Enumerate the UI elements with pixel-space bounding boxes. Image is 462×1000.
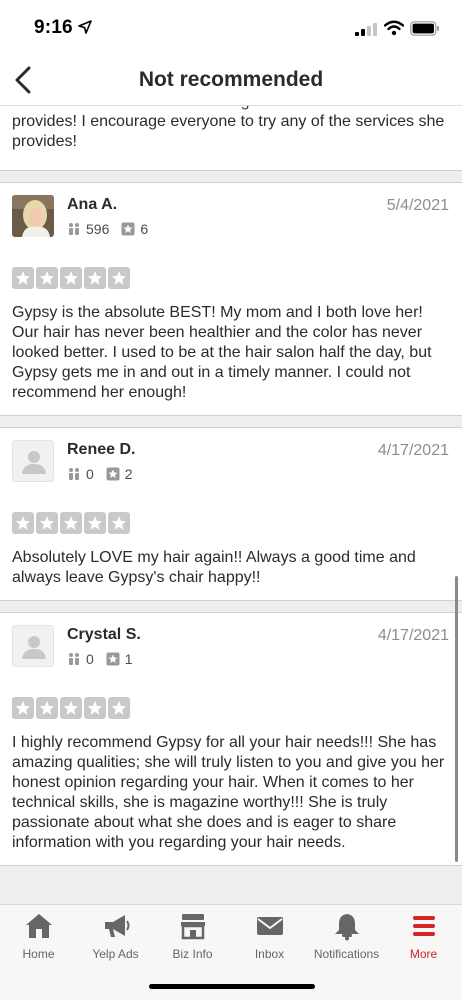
status-bar: 9:16: [0, 0, 462, 54]
review-card: Renee D. 4/17/2021 0 2 Absolutely LOVE m…: [0, 428, 462, 600]
default-avatar-icon: [22, 636, 46, 659]
star-icon: [108, 697, 130, 719]
review-count-icon: [121, 222, 135, 236]
star-rating: [12, 697, 130, 719]
star-icon: [36, 512, 58, 534]
star-icon: [60, 267, 82, 289]
user-photo: [12, 195, 54, 237]
star-icon: [12, 267, 34, 289]
status-time: 9:16: [34, 17, 73, 38]
reviewer-name[interactable]: Crystal S.: [67, 626, 141, 644]
home-indicator: [149, 984, 315, 989]
tab-label: Biz Info: [172, 947, 213, 961]
tab-label: Notifications: [313, 947, 380, 961]
star-rating: [12, 512, 130, 534]
review-date: 4/17/2021: [377, 442, 449, 459]
reviewer-name[interactable]: Ana A.: [67, 196, 117, 214]
review-card: Ana A. 5/4/2021 596 6 Gypsy is the absol…: [0, 183, 462, 415]
star-icon: [108, 512, 130, 534]
star-icon: [60, 697, 82, 719]
review-text: I highly recommend Gypsy for all your ha…: [12, 734, 445, 851]
scrollbar[interactable]: [455, 576, 458, 862]
avatar[interactable]: [12, 440, 54, 482]
star-icon: [84, 267, 106, 289]
review-count-icon: [106, 467, 120, 481]
nav-header: Not recommended: [0, 54, 462, 106]
tab-label: Yelp Ads: [92, 947, 139, 961]
star-icon: [60, 512, 82, 534]
star-icon: [36, 267, 58, 289]
tab-inbox[interactable]: Inbox: [231, 911, 308, 967]
friends-count: 0: [86, 466, 94, 482]
friends-icon: [69, 223, 79, 235]
review-separator: [0, 415, 462, 428]
review-text: Gypsy is the absolute BEST! My mom and I…: [12, 304, 432, 401]
wifi-icon: [384, 20, 404, 36]
megaphone-icon: [104, 915, 129, 937]
friends-count: 596: [86, 221, 110, 237]
tab-notifications[interactable]: Notifications: [308, 911, 385, 967]
tab-label: Inbox: [254, 947, 285, 961]
tab-label: More: [409, 947, 438, 961]
tab-home[interactable]: Home: [0, 911, 77, 967]
reviewer-name[interactable]: Renee D.: [67, 441, 135, 459]
review-date: 5/4/2021: [386, 197, 449, 214]
avatar[interactable]: [12, 195, 54, 237]
page-title: Not recommended: [138, 68, 324, 91]
reviewer-stats: 0 2: [67, 466, 133, 482]
review-card: Crystal S. 4/17/2021 0 1 I highly recomm…: [0, 613, 462, 865]
reviews-list[interactable]: describe her. I cannot rave enough of th…: [0, 106, 462, 904]
location-arrow-icon: [78, 20, 92, 34]
reviews-count: 6: [140, 221, 149, 237]
tab-label: Home: [22, 947, 55, 961]
friends-count: 0: [86, 651, 94, 667]
friends-icon: [69, 468, 79, 480]
review-separator: [0, 865, 462, 904]
review-count-icon: [106, 652, 120, 666]
star-icon: [12, 512, 34, 534]
star-icon: [36, 697, 58, 719]
default-avatar-icon: [22, 451, 46, 474]
envelope-icon: [256, 917, 283, 935]
cellular-signal-icon: [355, 23, 377, 36]
avatar[interactable]: [12, 625, 54, 667]
battery-icon: [410, 21, 439, 36]
review-separator: [0, 600, 462, 613]
home-icon: [25, 914, 52, 938]
friends-icon: [69, 653, 79, 665]
tab-more[interactable]: More: [385, 911, 462, 967]
reviewer-stats: 0 1: [67, 651, 133, 667]
star-icon: [84, 512, 106, 534]
menu-icon: [412, 916, 435, 936]
review-date: 4/17/2021: [377, 627, 449, 644]
reviews-count: 2: [124, 466, 133, 482]
tab-biz-info[interactable]: Biz Info: [154, 911, 231, 967]
reviewer-stats: 596 6: [67, 221, 148, 237]
review-text: Absolutely LOVE my hair again!! Always a…: [12, 549, 416, 586]
star-rating: [12, 267, 130, 289]
reviews-count: 1: [124, 651, 133, 667]
tab-yelp-ads[interactable]: Yelp Ads: [77, 911, 154, 967]
star-icon: [84, 697, 106, 719]
review-separator: [0, 170, 462, 183]
bell-icon: [334, 914, 359, 941]
storefront-icon: [180, 914, 205, 940]
star-icon: [12, 697, 34, 719]
star-icon: [108, 267, 130, 289]
partial-review-text: describe her. I cannot rave enough of th…: [12, 106, 445, 150]
